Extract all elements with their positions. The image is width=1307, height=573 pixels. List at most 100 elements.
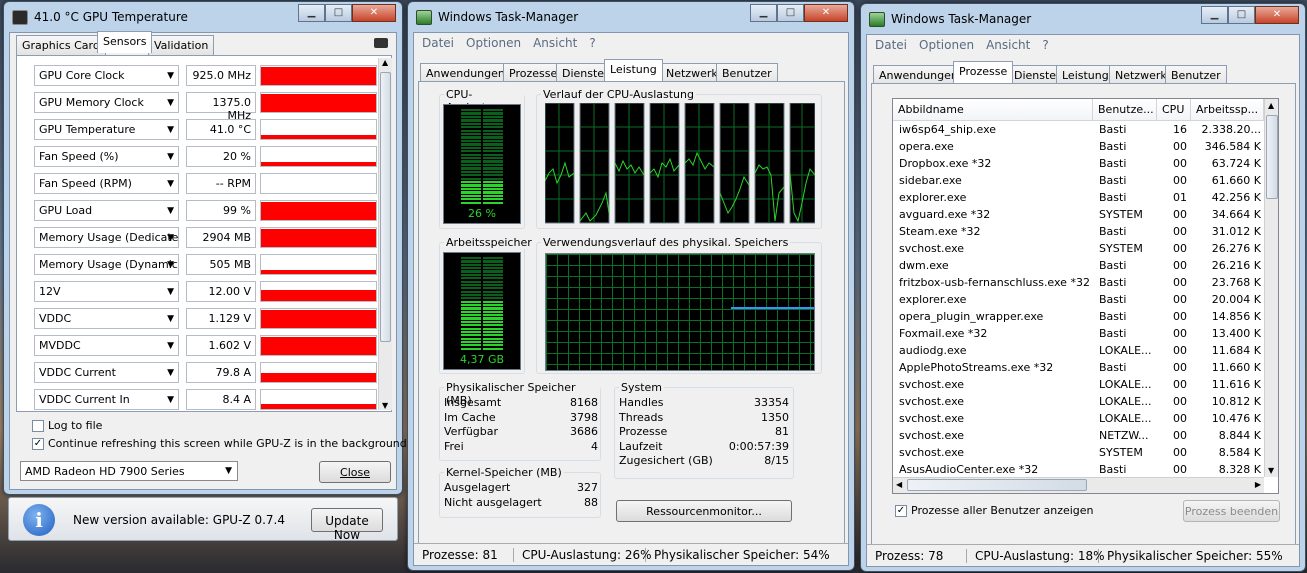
column-header-image-name[interactable]: Abbildname bbox=[893, 99, 1093, 121]
process-row[interactable]: svchost.exe LOKALE... 00 10.476 K bbox=[893, 410, 1262, 427]
camera-icon[interactable] bbox=[374, 38, 388, 48]
process-row[interactable]: AsusAudioCenter.exe *32 Basti 00 8.328 K bbox=[893, 461, 1262, 478]
menu-ansicht[interactable]: Ansicht bbox=[986, 38, 1030, 52]
scroll-right-icon[interactable]: ▶ bbox=[1255, 480, 1261, 489]
tab-dienste[interactable]: Dienste bbox=[556, 63, 611, 83]
end-process-button[interactable]: Prozess beenden bbox=[1183, 500, 1280, 522]
tab-prozesse[interactable]: Prozesse bbox=[953, 61, 1014, 83]
process-row[interactable]: audiodg.exe LOKALE... 00 11.684 K bbox=[893, 342, 1262, 359]
sensor-name-select[interactable]: VDDC ▼ bbox=[34, 308, 179, 329]
minimize-button[interactable]: ▁ bbox=[298, 4, 325, 22]
menu-optionen[interactable]: Optionen bbox=[466, 36, 521, 50]
tab-benutzer[interactable]: Benutzer bbox=[1165, 65, 1227, 85]
maximize-button[interactable]: □ bbox=[325, 4, 352, 22]
sensor-name-select[interactable]: Fan Speed (RPM) ▼ bbox=[34, 173, 179, 194]
sensor-name-select[interactable]: GPU Temperature ▼ bbox=[34, 119, 179, 140]
tab-dienste[interactable]: Dienste bbox=[1008, 65, 1063, 85]
update-now-button[interactable]: Update Now bbox=[311, 508, 383, 542]
tab-graphics-card[interactable]: Graphics Card bbox=[16, 35, 106, 55]
tab-netzwerk[interactable]: Netzwerk bbox=[660, 63, 724, 83]
scroll-thumb[interactable] bbox=[1266, 115, 1278, 199]
sensor-name-select[interactable]: MVDDC ▼ bbox=[34, 335, 179, 356]
column-header-cpu[interactable]: CPU bbox=[1157, 99, 1191, 121]
tab-leistung[interactable]: Leistung bbox=[604, 59, 663, 81]
tab-sensors[interactable]: Sensors bbox=[97, 31, 153, 53]
meter-segment bbox=[483, 347, 503, 350]
continue-refresh-checkbox[interactable]: ✓ bbox=[32, 438, 44, 450]
process-cpu: 00 bbox=[1173, 259, 1187, 272]
minimize-button[interactable]: ▁ bbox=[750, 4, 777, 22]
tab-prozesse[interactable]: Prozesse bbox=[503, 63, 564, 83]
menu-datei[interactable]: Datei bbox=[875, 38, 907, 52]
menu-help[interactable]: ? bbox=[1042, 38, 1048, 52]
scroll-up-icon[interactable]: ▲ bbox=[1268, 101, 1274, 110]
process-row[interactable]: svchost.exe LOKALE... 00 10.812 K bbox=[893, 393, 1262, 410]
process-user: Basti bbox=[1099, 191, 1127, 204]
close-window-button[interactable]: ✕ bbox=[1255, 6, 1299, 24]
meter-segment bbox=[483, 184, 503, 187]
process-hscrollbar[interactable]: ◀ ▶ bbox=[893, 477, 1264, 493]
tab-leistung[interactable]: Leistung bbox=[1056, 65, 1115, 85]
resource-monitor-button[interactable]: Ressourcenmonitor... bbox=[616, 500, 792, 522]
process-row[interactable]: dwm.exe Basti 00 26.216 K bbox=[893, 257, 1262, 274]
menu-datei[interactable]: Datei bbox=[422, 36, 454, 50]
process-row[interactable]: svchost.exe LOKALE... 00 11.616 K bbox=[893, 376, 1262, 393]
minimize-button[interactable]: ▁ bbox=[1201, 6, 1228, 24]
scroll-down-icon[interactable]: ▼ bbox=[1268, 466, 1274, 475]
process-row[interactable]: iw6sp64_ship.exe Basti 16 2.338.20... bbox=[893, 121, 1262, 138]
close-button[interactable]: Close bbox=[319, 461, 391, 483]
process-row[interactable]: ApplePhotoStreams.exe *32 Basti 00 11.660 K bbox=[893, 359, 1262, 376]
process-row[interactable]: Dropbox.exe *32 Basti 00 63.724 K bbox=[893, 155, 1262, 172]
sensor-name-select[interactable]: Memory Usage (Dedicated) ▼ bbox=[34, 227, 179, 248]
log-to-file-checkbox[interactable] bbox=[32, 420, 44, 432]
process-row[interactable]: sidebar.exe Basti 00 61.660 K bbox=[893, 172, 1262, 189]
process-row[interactable]: opera_plugin_wrapper.exe Basti 00 14.856 K bbox=[893, 308, 1262, 325]
process-row[interactable]: avguard.exe *32 SYSTEM 00 34.664 K bbox=[893, 206, 1262, 223]
tab-anwendungen[interactable]: Anwendungen bbox=[873, 65, 964, 85]
maximize-button[interactable]: □ bbox=[777, 4, 804, 22]
sensor-name-select[interactable]: VDDC Current ▼ bbox=[34, 362, 179, 383]
tab-benutzer[interactable]: Benutzer bbox=[716, 63, 778, 83]
sensor-name-select[interactable]: VDDC Current In ▼ bbox=[34, 389, 179, 410]
tab-validation[interactable]: Validation bbox=[148, 35, 215, 55]
meter-segment bbox=[461, 139, 481, 143]
close-window-button[interactable]: ✕ bbox=[352, 4, 396, 22]
sensor-name-select[interactable]: Fan Speed (%) ▼ bbox=[34, 146, 179, 167]
sensor-name-select[interactable]: GPU Core Clock ▼ bbox=[34, 65, 179, 86]
process-row[interactable]: svchost.exe SYSTEM 00 8.584 K bbox=[893, 444, 1262, 461]
column-header-user[interactable]: Benutze... bbox=[1093, 99, 1157, 121]
sensor-name-select[interactable]: 12V ▼ bbox=[34, 281, 179, 302]
process-row[interactable]: Foxmail.exe *32 Basti 00 13.400 K bbox=[893, 325, 1262, 342]
all-users-checkbox[interactable]: ✓ bbox=[895, 505, 907, 517]
process-row[interactable]: Steam.exe *32 Basti 00 31.012 K bbox=[893, 223, 1262, 240]
process-row[interactable]: svchost.exe NETZW... 00 8.844 K bbox=[893, 427, 1262, 444]
menu-ansicht[interactable]: Ansicht bbox=[533, 36, 577, 50]
tab-anwendungen[interactable]: Anwendungen bbox=[420, 63, 511, 83]
process-row[interactable]: opera.exe Basti 00 346.584 K bbox=[893, 138, 1262, 155]
sensor-scrollbar[interactable]: ▲ ▼ bbox=[378, 58, 392, 410]
cpu-core-graph-5 bbox=[684, 103, 715, 224]
menu-optionen[interactable]: Optionen bbox=[919, 38, 974, 52]
scroll-down-icon[interactable]: ▼ bbox=[382, 401, 388, 410]
process-name: audiodg.exe bbox=[899, 344, 967, 357]
meter-segment bbox=[483, 257, 503, 260]
process-row[interactable]: svchost.exe SYSTEM 00 26.276 K bbox=[893, 240, 1262, 257]
scroll-left-icon[interactable]: ◀ bbox=[896, 480, 902, 489]
scroll-thumb[interactable] bbox=[380, 72, 391, 342]
close-window-button[interactable]: ✕ bbox=[804, 4, 848, 22]
sensor-name-select[interactable]: GPU Load ▼ bbox=[34, 200, 179, 221]
process-name: svchost.exe bbox=[899, 242, 965, 255]
process-row[interactable]: fritzbox-usb-fernanschluss.exe *32 Basti 0… bbox=[893, 274, 1262, 291]
tab-netzwerk[interactable]: Netzwerk bbox=[1109, 65, 1173, 85]
hscroll-thumb[interactable] bbox=[907, 479, 1087, 491]
card-select[interactable]: AMD Radeon HD 7900 Series ▼ bbox=[20, 461, 238, 481]
sensor-name-select[interactable]: Memory Usage (Dynamic) ▼ bbox=[34, 254, 179, 275]
maximize-button[interactable]: □ bbox=[1228, 6, 1255, 24]
process-vscrollbar[interactable]: ▲ ▼ bbox=[1264, 99, 1278, 477]
process-row[interactable]: explorer.exe Basti 01 42.256 K bbox=[893, 189, 1262, 206]
menu-help[interactable]: ? bbox=[589, 36, 595, 50]
process-row[interactable]: explorer.exe Basti 00 20.004 K bbox=[893, 291, 1262, 308]
scroll-up-icon[interactable]: ▲ bbox=[382, 58, 388, 67]
sensor-name-select[interactable]: GPU Memory Clock ▼ bbox=[34, 92, 179, 113]
column-header-memory[interactable]: Arbeitssp... bbox=[1191, 99, 1264, 121]
